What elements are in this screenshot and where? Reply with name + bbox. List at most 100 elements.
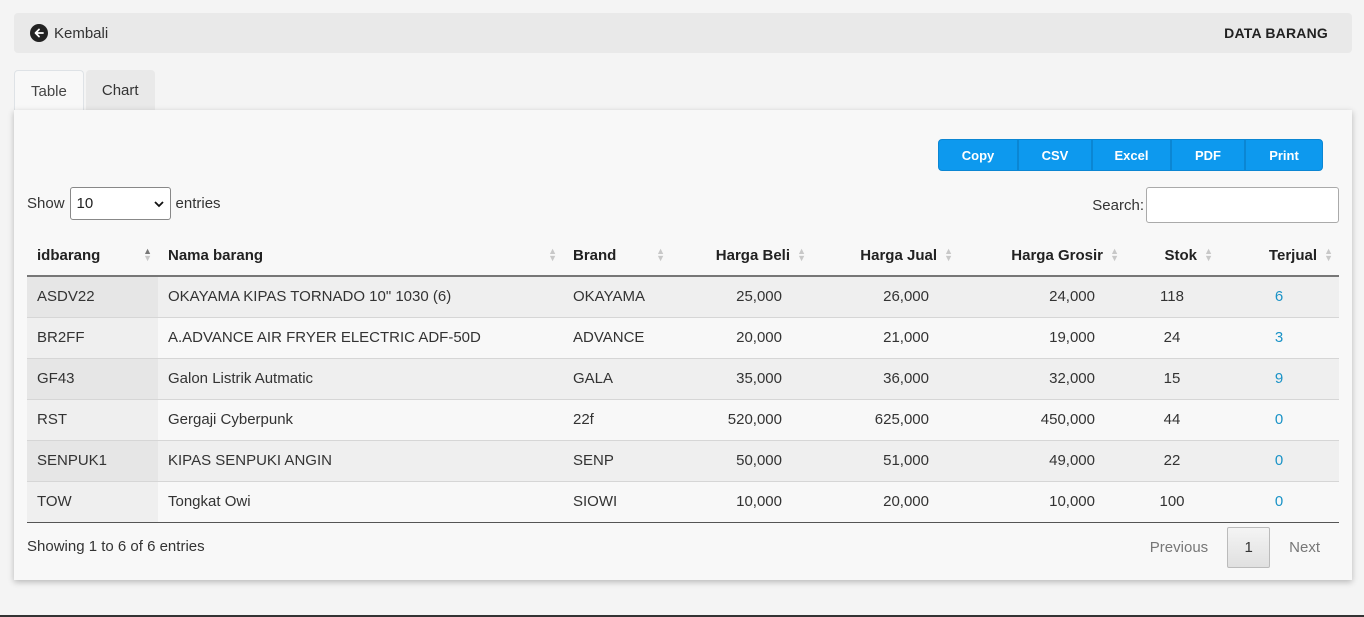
entries-length-control: Show 10 entries xyxy=(27,187,221,220)
cell-nama-barang: Tongkat Owi xyxy=(158,481,563,523)
csv-button[interactable]: CSV xyxy=(1018,139,1092,171)
excel-button[interactable]: Excel xyxy=(1092,139,1171,171)
cell-terjual: 9 xyxy=(1219,358,1339,400)
cell-brand: 22f xyxy=(563,399,671,441)
table-row: ASDV22 OKAYAMA KIPAS TORNADO 10" 1030 (6)… xyxy=(27,276,1339,318)
table-row: RST Gergaji Cyberpunk 22f 520,000 625,000 450… xyxy=(27,399,1339,441)
terjual-link[interactable]: 3 xyxy=(1275,329,1283,346)
cell-stok: 15 xyxy=(1125,358,1219,400)
cell-harga-jual: 51,000 xyxy=(812,440,959,482)
column-header-harga-beli[interactable]: Harga Beli ▲ ▼ xyxy=(671,235,812,277)
cell-idbarang: RST xyxy=(27,399,158,441)
sort-icon: ▲ ▼ xyxy=(797,246,806,263)
sort-icon: ▲ ▼ xyxy=(548,246,557,263)
back-label: Kembali xyxy=(54,24,109,42)
cell-harga-grosir: 19,000 xyxy=(959,317,1125,359)
page-1-button[interactable]: 1 xyxy=(1227,526,1271,568)
column-header-harga-grosir[interactable]: Harga Grosir ▲ ▼ xyxy=(959,235,1125,277)
table-body: ASDV22 OKAYAMA KIPAS TORNADO 10" 1030 (6)… xyxy=(27,276,1339,523)
terjual-link[interactable]: 9 xyxy=(1275,370,1283,387)
cell-harga-grosir: 24,000 xyxy=(959,276,1125,318)
sort-icon: ▲ ▼ xyxy=(944,246,953,263)
cell-harga-jual: 625,000 xyxy=(812,399,959,441)
print-button[interactable]: Print xyxy=(1245,139,1323,171)
cell-harga-beli: 20,000 xyxy=(671,317,812,359)
sort-icon: ▲ ▼ xyxy=(1110,246,1119,263)
cell-idbarang: SENPUK1 xyxy=(27,440,158,482)
cell-harga-beli: 25,000 xyxy=(671,276,812,318)
cell-harga-beli: 10,000 xyxy=(671,481,812,523)
cell-harga-grosir: 10,000 xyxy=(959,481,1125,523)
export-button-group: Copy CSV Excel PDF Print xyxy=(938,139,1323,171)
tab-table[interactable]: Table xyxy=(14,70,84,111)
terjual-link[interactable]: 6 xyxy=(1275,288,1283,305)
cell-idbarang: GF43 xyxy=(27,358,158,400)
cell-harga-jual: 20,000 xyxy=(812,481,959,523)
pagination: Previous 1 Next xyxy=(1131,526,1339,568)
cell-harga-beli: 35,000 xyxy=(671,358,812,400)
cell-nama-barang: A.ADVANCE AIR FRYER ELECTRIC ADF-50D xyxy=(158,317,563,359)
pdf-button[interactable]: PDF xyxy=(1171,139,1245,171)
page-title: DATA BARANG xyxy=(1224,25,1328,41)
table-panel: Copy CSV Excel PDF Print Show 10 entries… xyxy=(14,110,1352,580)
column-header-brand[interactable]: Brand ▲ ▼ xyxy=(563,235,671,277)
copy-button[interactable]: Copy xyxy=(938,139,1018,171)
cell-stok: 118 xyxy=(1125,276,1219,318)
sort-icon: ▲ ▼ xyxy=(656,246,665,263)
cell-terjual: 6 xyxy=(1219,276,1339,318)
search-input[interactable] xyxy=(1146,187,1339,223)
sort-ascending-icon: ▲ ▼ xyxy=(143,246,152,263)
terjual-link[interactable]: 0 xyxy=(1275,411,1283,428)
terjual-link[interactable]: 0 xyxy=(1275,493,1283,510)
table-header-row: idbarang ▲ ▼ Nama barang ▲ ▼ Brand ▲ ▼ Harga B… xyxy=(27,235,1339,277)
cell-nama-barang: Gergaji Cyberpunk xyxy=(158,399,563,441)
cell-nama-barang: KIPAS SENPUKI ANGIN xyxy=(158,440,563,482)
cell-idbarang: BR2FF xyxy=(27,317,158,359)
table-row: SENPUK1 KIPAS SENPUKI ANGIN SENP 50,000 51,0… xyxy=(27,440,1339,482)
cell-terjual: 3 xyxy=(1219,317,1339,359)
entries-label: entries xyxy=(175,195,221,212)
cell-idbarang: TOW xyxy=(27,481,158,523)
cell-harga-beli: 520,000 xyxy=(671,399,812,441)
cell-harga-jual: 36,000 xyxy=(812,358,959,400)
cell-terjual: 0 xyxy=(1219,440,1339,482)
column-header-stok[interactable]: Stok ▲ ▼ xyxy=(1125,235,1219,277)
cell-harga-jual: 21,000 xyxy=(812,317,959,359)
cell-stok: 100 xyxy=(1125,481,1219,523)
search-label: Search: xyxy=(1092,196,1144,214)
entries-select[interactable]: 10 xyxy=(69,187,171,220)
entries-select-value: 10 xyxy=(76,195,94,212)
cell-harga-grosir: 49,000 xyxy=(959,440,1125,482)
back-button[interactable]: Kembali xyxy=(30,24,108,42)
cell-harga-jual: 26,000 xyxy=(812,276,959,318)
cell-terjual: 0 xyxy=(1219,481,1339,523)
cell-terjual: 0 xyxy=(1219,399,1339,441)
column-header-terjual[interactable]: Terjual ▲ ▼ xyxy=(1219,235,1339,277)
cell-harga-grosir: 450,000 xyxy=(959,399,1125,441)
table-row: BR2FF A.ADVANCE AIR FRYER ELECTRIC ADF-50… xyxy=(27,317,1339,359)
data-table: idbarang ▲ ▼ Nama barang ▲ ▼ Brand ▲ ▼ Harga B… xyxy=(27,235,1339,523)
terjual-link[interactable]: 0 xyxy=(1275,452,1283,469)
sort-icon: ▲ ▼ xyxy=(1204,246,1213,263)
table-row: TOW Tongkat Owi SIOWI 10,000 20,000 10,000 100… xyxy=(27,481,1339,523)
cell-brand: SIOWI xyxy=(563,481,671,523)
next-page-button[interactable]: Next xyxy=(1270,526,1339,568)
cell-brand: ADVANCE xyxy=(563,317,671,359)
table-row: GF43 Galon Listrik Autmatic GALA 35,000 36,0… xyxy=(27,358,1339,400)
cell-nama-barang: Galon Listrik Autmatic xyxy=(158,358,563,400)
arrow-left-icon xyxy=(30,24,48,42)
cell-brand: GALA xyxy=(563,358,671,400)
previous-page-button[interactable]: Previous xyxy=(1131,526,1227,568)
column-header-nama-barang[interactable]: Nama barang ▲ ▼ xyxy=(158,235,563,277)
cell-brand: SENP xyxy=(563,440,671,482)
column-header-harga-jual[interactable]: Harga Jual ▲ ▼ xyxy=(812,235,959,277)
column-header-idbarang[interactable]: idbarang ▲ ▼ xyxy=(27,235,158,277)
top-bar: Kembali DATA BARANG xyxy=(14,13,1352,53)
cell-stok: 22 xyxy=(1125,440,1219,482)
cell-harga-beli: 50,000 xyxy=(671,440,812,482)
cell-brand: OKAYAMA xyxy=(563,276,671,318)
sort-icon: ▲ ▼ xyxy=(1324,246,1333,263)
cell-harga-grosir: 32,000 xyxy=(959,358,1125,400)
search-control: Search: xyxy=(1092,187,1339,223)
tab-chart[interactable]: Chart xyxy=(85,70,155,111)
